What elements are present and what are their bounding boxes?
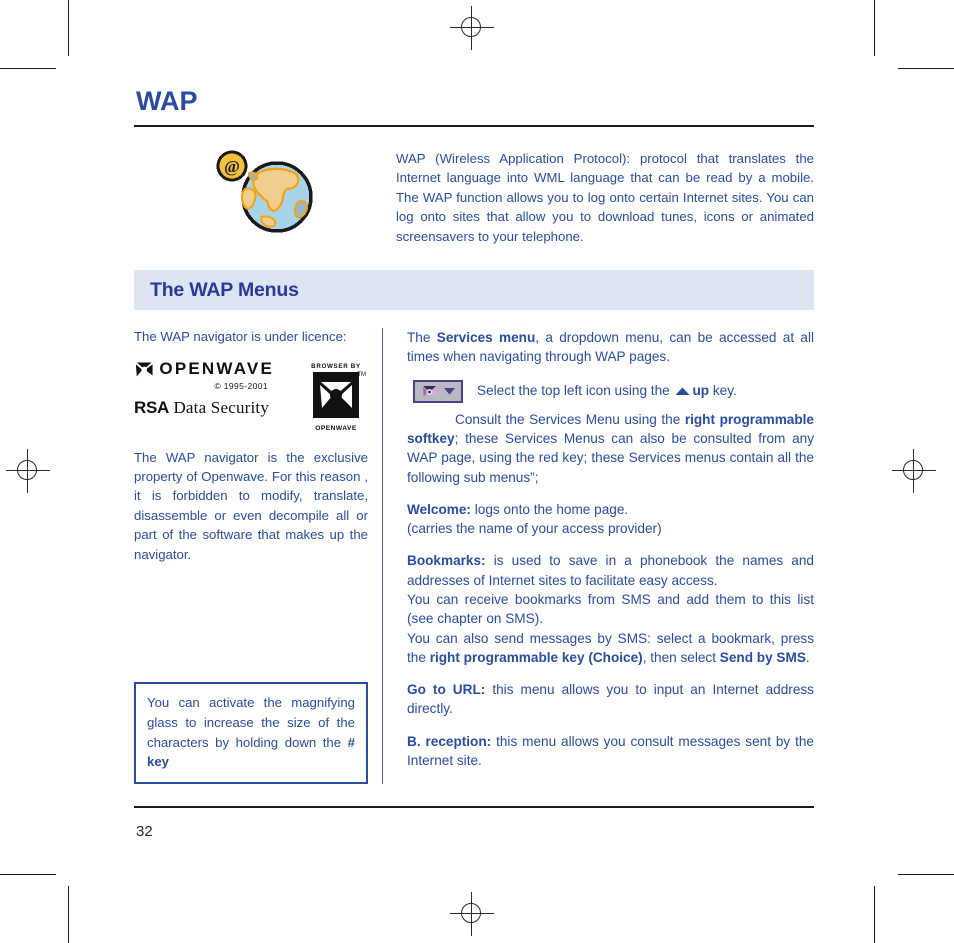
left-paragraph: The WAP navigator is the exclusive prope… [134, 449, 368, 562]
crop-mark-top-left-vertical [68, 0, 69, 56]
registration-mark-right [892, 449, 936, 493]
menu-item-go-to-url: Go to URL: this menu allows you to input… [407, 680, 814, 719]
select-icon-post: key. [709, 382, 737, 398]
registration-mark-bottom [450, 892, 494, 936]
send-by-sms-bold: Send by SMS [719, 649, 806, 665]
bookmarks-label: Bookmarks: [407, 553, 486, 569]
crop-mark-top-right-horizontal [898, 68, 954, 69]
left-column: The WAP navigator is under licence: OPEN… [134, 328, 382, 785]
title-rule [134, 125, 814, 127]
intro-block: @ WAP (Wireless Application Protocol): p… [134, 145, 814, 246]
welcome-label: Welcome: [407, 501, 471, 517]
menu-item-b-reception: B. reception: this menu allows you consu… [407, 732, 814, 771]
right-programmable-key-choice-bold: right programmable key (Choice) [429, 649, 643, 665]
openwave-rsa-logos: OPENWAVE © 1995-2001 RSA Data Security [134, 359, 274, 418]
crop-mark-bottom-left-horizontal [0, 874, 56, 875]
select-icon-text: Select the top left icon using the up ke… [477, 380, 737, 401]
rsa-bold-text: RSA [134, 397, 169, 417]
crop-mark-bottom-left-vertical [68, 886, 69, 943]
menu-item-bookmarks: Bookmarks: is used to save in a phoneboo… [407, 551, 814, 590]
rsa-data-security-logo: RSA Data Security [134, 398, 274, 418]
pinwheel-icon [422, 385, 436, 397]
send-sms-post: . [805, 649, 810, 665]
services-menu-intro: The Services menu, a dropdown menu, can … [407, 328, 814, 367]
go-to-url-label: Go to URL: [407, 682, 486, 698]
crop-mark-top-right-vertical [874, 0, 875, 56]
consult-services-paragraph: Consult the Services Menu using the righ… [407, 410, 814, 487]
select-icon-pre: Select the top left icon using the [477, 382, 674, 398]
up-key-bold: up [692, 382, 710, 398]
welcome-text: logs onto the home page. [470, 501, 629, 517]
section-title: The WAP Menus [150, 278, 299, 301]
intro-icon-container: @ [134, 145, 396, 235]
magnifying-glass-tip-box: You can activate the magnifying glass to… [134, 681, 368, 785]
trademark-symbol: TM [357, 371, 366, 378]
crop-mark-bottom-right-horizontal [898, 874, 954, 875]
chevron-down-icon [444, 388, 456, 395]
consult-post: ; these Services Menus can also be consu… [407, 430, 814, 485]
column-divider [382, 328, 383, 785]
services-intro-pre: The [407, 330, 437, 346]
bookmarks-send-by-sms: You can also send messages by SMS: selec… [407, 629, 814, 668]
openwave-mark-icon [135, 362, 153, 376]
rsa-rest-text: Data Security [173, 397, 270, 417]
services-dropdown-icon[interactable] [413, 379, 463, 403]
browser-by-openwave-badge: BROWSER BY TM OPENWAVE [304, 359, 368, 432]
select-icon-row: Select the top left icon using the up ke… [413, 379, 814, 403]
menu-item-welcome: Welcome: logs onto the home page. [407, 500, 814, 519]
openwave-logo: OPENWAVE [134, 359, 274, 379]
page-title: WAP [136, 86, 198, 116]
openwave-badge-icon [313, 371, 359, 418]
tip-text: You can activate the magnifying glass to… [147, 694, 355, 750]
registration-mark-top [450, 6, 494, 50]
globe-at-symbol-icon: @ [215, 149, 315, 235]
crop-mark-top-left-horizontal [0, 68, 56, 69]
two-column-body: The WAP navigator is under licence: OPEN… [134, 328, 814, 785]
services-menu-bold: Services menu [436, 330, 536, 346]
up-arrow-icon [675, 382, 690, 401]
crop-mark-bottom-right-vertical [874, 886, 875, 943]
registration-mark-left [6, 449, 50, 493]
svg-text:@: @ [224, 157, 240, 176]
section-header-band: The WAP Menus [134, 270, 814, 311]
intro-paragraph: WAP (Wireless Application Protocol): pro… [396, 151, 814, 244]
bookmarks-extra-line: You can receive bookmarks from SMS and a… [407, 592, 814, 627]
page-number: 32 [136, 823, 153, 840]
openwave-wordmark: OPENWAVE [159, 358, 274, 378]
send-sms-mid: , then select [642, 649, 720, 665]
browser-by-label: BROWSER BY [311, 362, 361, 370]
consult-pre: Consult the Services Menu using the [455, 411, 685, 427]
openwave-copyright: © 1995-2001 [214, 380, 268, 391]
page-content: WAP @ WAP (Wireless Application Protocol… [134, 86, 814, 785]
logo-row: OPENWAVE © 1995-2001 RSA Data Security B… [134, 359, 368, 432]
welcome-extra-line: (carries the name of your access provide… [407, 521, 662, 537]
footer-rule [134, 806, 814, 808]
openwave-badge-label: OPENWAVE [315, 424, 357, 432]
licence-line: The WAP navigator is under licence: [134, 329, 347, 345]
b-reception-label: B. reception: [407, 733, 492, 749]
right-column: The Services menu, a dropdown menu, can … [383, 328, 814, 784]
